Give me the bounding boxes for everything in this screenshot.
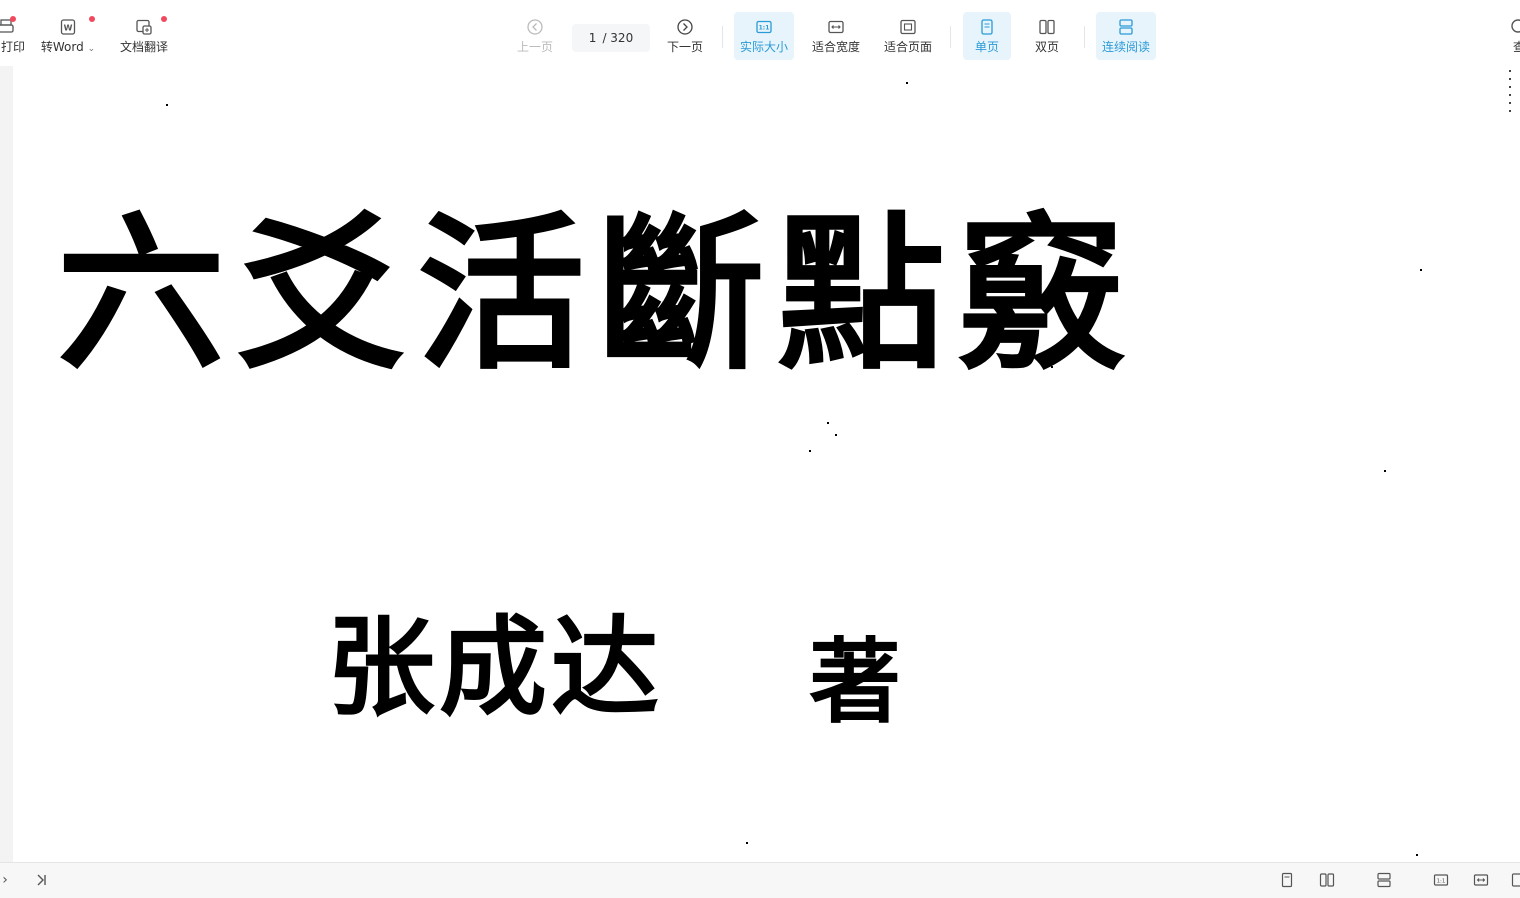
double-page-icon <box>1038 18 1056 36</box>
svg-text:1:1: 1:1 <box>759 24 770 31</box>
fit-width-button[interactable]: 适合宽度 <box>806 12 866 60</box>
chevron-down-icon: ⌄ <box>88 44 96 54</box>
fit-width-icon <box>827 18 845 36</box>
scrollbar-thumb[interactable] <box>1509 70 1511 112</box>
status-actual-size-button[interactable]: 1:1 <box>1430 869 1452 891</box>
search-button[interactable]: 查 <box>1500 12 1520 60</box>
fit-page-label: 适合页面 <box>884 38 932 55</box>
status-fit-width-button[interactable] <box>1470 869 1492 891</box>
word-badge <box>89 16 95 22</box>
skip-end-icon <box>33 872 49 888</box>
svg-text:1:1: 1:1 <box>1437 879 1446 885</box>
convert-word-label: 转Word <box>41 40 84 54</box>
fit-width-icon <box>1473 872 1489 888</box>
fit-page-button[interactable]: 适合页面 <box>878 12 938 60</box>
word-icon: W <box>59 18 77 36</box>
actual-size-button[interactable]: 1:1 实际大小 <box>734 12 794 60</box>
collapse-sidebar-button[interactable]: › <box>0 869 16 891</box>
scan-speck <box>166 104 168 106</box>
document-author: 张成达 <box>327 614 663 722</box>
status-continuous-button[interactable] <box>1373 869 1395 891</box>
translate-badge <box>161 16 167 22</box>
print-label: 打印 <box>1 38 25 55</box>
toolbar-divider <box>722 26 723 48</box>
fit-page-icon <box>1511 872 1520 888</box>
single-page-label: 单页 <box>975 38 999 55</box>
scan-speck <box>1384 470 1386 472</box>
scan-speck <box>827 422 829 424</box>
single-page-icon <box>1279 872 1295 888</box>
next-page-button[interactable]: 下一页 <box>660 12 710 60</box>
double-page-label: 双页 <box>1035 38 1059 55</box>
double-page-icon <box>1319 872 1335 888</box>
search-icon <box>1506 18 1520 36</box>
fit-page-icon <box>899 18 917 36</box>
status-double-page-button[interactable] <box>1316 869 1338 891</box>
status-single-page-button[interactable] <box>1276 869 1298 891</box>
chevron-left-circle-icon <box>526 18 544 36</box>
prev-page-button[interactable]: 上一页 <box>510 12 560 60</box>
continuous-read-label: 连续阅读 <box>1102 38 1150 55</box>
scrollbar-track[interactable] <box>1507 66 1520 862</box>
scan-speck <box>835 434 837 436</box>
print-badge <box>10 16 16 22</box>
translate-label: 文档翻译 <box>120 38 168 55</box>
bottom-status-bar: › 1:1 <box>0 862 1520 898</box>
scan-speck <box>746 842 748 844</box>
search-label: 查 <box>1513 38 1520 55</box>
chevron-right-circle-icon <box>676 18 694 36</box>
svg-text:W: W <box>64 23 73 32</box>
page-total: / 320 <box>602 31 633 45</box>
document-title: 六爻活斷點竅 <box>57 194 1257 394</box>
double-page-button[interactable]: 双页 <box>1023 12 1071 60</box>
scan-speck <box>1420 269 1422 271</box>
actual-size-label: 实际大小 <box>740 38 788 55</box>
continuous-read-button[interactable]: 连续阅读 <box>1096 12 1156 60</box>
continuous-read-icon <box>1117 18 1135 36</box>
left-panel-edge <box>0 66 13 862</box>
status-fit-page-button[interactable] <box>1508 869 1520 891</box>
last-page-button[interactable] <box>30 869 52 891</box>
prev-page-label: 上一页 <box>517 38 553 55</box>
document-page: 六爻活斷點竅 张成达 著 <box>13 66 1507 862</box>
chevron-right-icon: › <box>2 872 8 888</box>
continuous-read-icon <box>1376 872 1392 888</box>
actual-size-icon: 1:1 <box>755 18 773 36</box>
toolbar-divider <box>1084 26 1085 48</box>
fit-width-label: 适合宽度 <box>812 38 860 55</box>
scan-speck <box>1051 366 1053 368</box>
single-page-icon <box>978 18 996 36</box>
document-author-suffix: 著 <box>809 636 901 728</box>
actual-size-icon: 1:1 <box>1433 872 1449 888</box>
top-toolbar: 打印 W 转Word ⌄ 文档翻译 上一页 1 / 320 下一页 1:1 <box>0 0 1520 67</box>
translate-icon <box>135 18 153 36</box>
page-current: 1 <box>589 31 597 45</box>
next-page-label: 下一页 <box>667 38 703 55</box>
scan-speck <box>809 450 811 452</box>
single-page-button[interactable]: 单页 <box>963 12 1011 60</box>
scan-speck <box>1416 854 1418 856</box>
page-number-input[interactable]: 1 / 320 <box>572 24 650 52</box>
scan-speck <box>906 82 908 84</box>
toolbar-divider <box>950 26 951 48</box>
